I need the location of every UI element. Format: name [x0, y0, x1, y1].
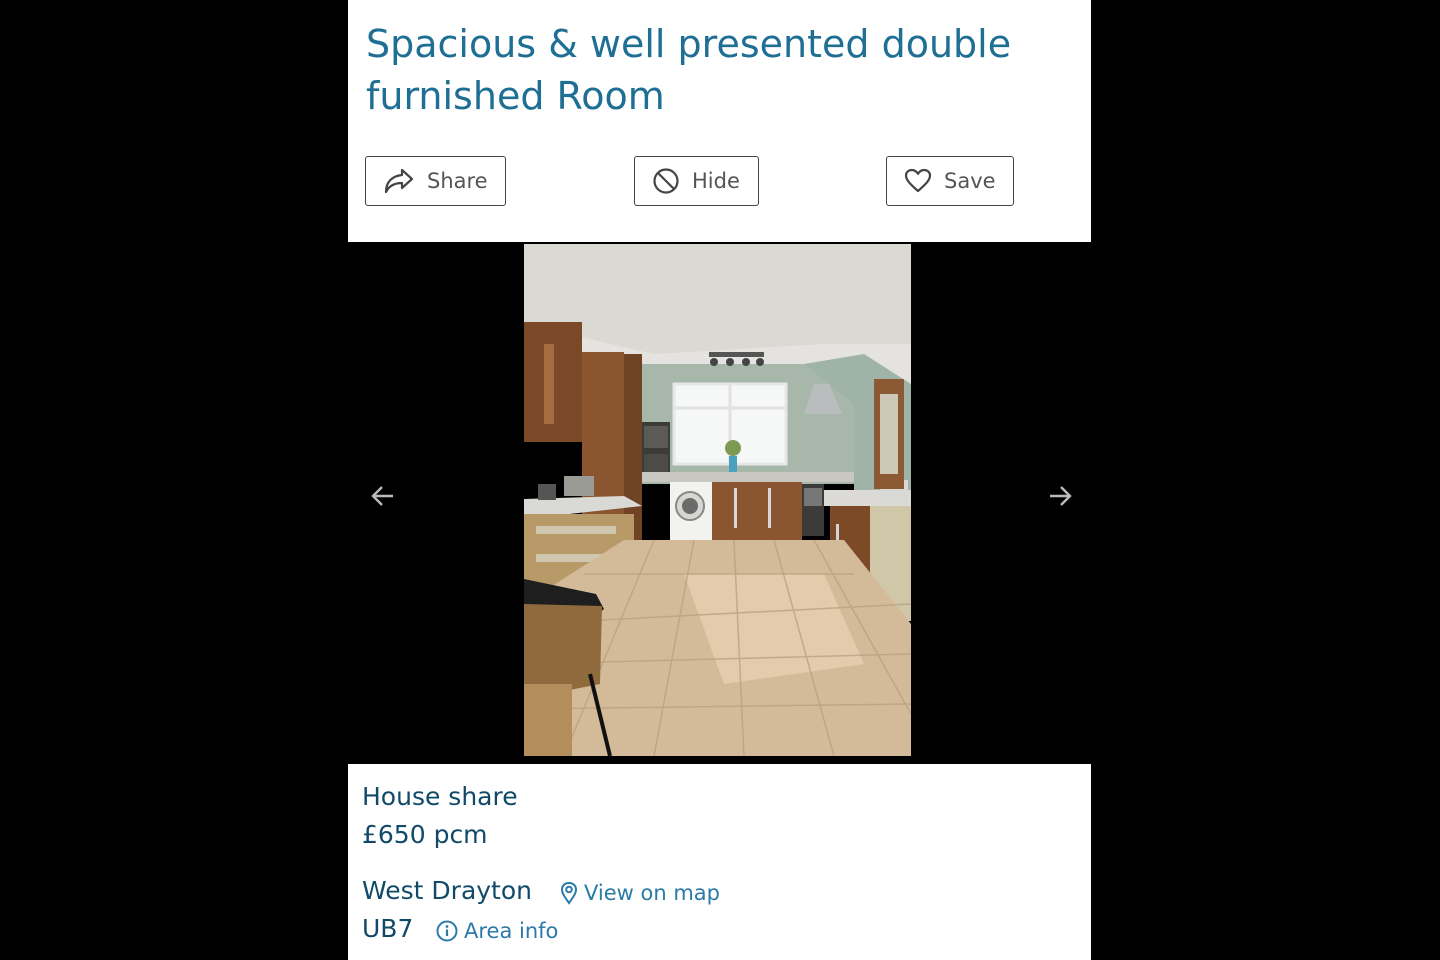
hide-label: Hide — [692, 169, 740, 193]
info-icon — [436, 920, 458, 942]
postcode: UB7 — [362, 914, 414, 943]
listing-header: Spacious & well presented double furnish… — [348, 0, 1091, 242]
hide-icon — [652, 167, 680, 195]
area-info-link[interactable]: Area info — [436, 916, 558, 946]
listing-page: Spacious & well presented double furnish… — [348, 0, 1091, 960]
property-type: House share — [362, 782, 518, 811]
arrow-left-icon[interactable] — [365, 478, 401, 514]
view-on-map-link[interactable]: View on map — [560, 878, 720, 908]
share-label: Share — [427, 169, 488, 193]
save-button[interactable]: Save — [886, 156, 1014, 206]
arrow-right-icon[interactable] — [1042, 478, 1078, 514]
hide-button[interactable]: Hide — [634, 156, 759, 206]
map-pin-icon — [560, 881, 578, 905]
area-info-label: Area info — [464, 919, 559, 943]
share-button[interactable]: Share — [365, 156, 506, 206]
photo-gallery — [348, 242, 1091, 764]
listing-title: Spacious & well presented double furnish… — [366, 22, 1012, 118]
listing-details: House share £650 pcm West Drayton View o… — [348, 764, 1091, 960]
location: West Drayton — [362, 876, 532, 905]
share-icon — [383, 167, 415, 195]
listing-photo[interactable] — [524, 244, 911, 756]
kitchen-photo — [524, 244, 911, 756]
view-on-map-label: View on map — [584, 881, 720, 905]
price: £650 pcm — [362, 820, 488, 849]
heart-icon — [904, 168, 932, 194]
save-label: Save — [944, 169, 996, 193]
